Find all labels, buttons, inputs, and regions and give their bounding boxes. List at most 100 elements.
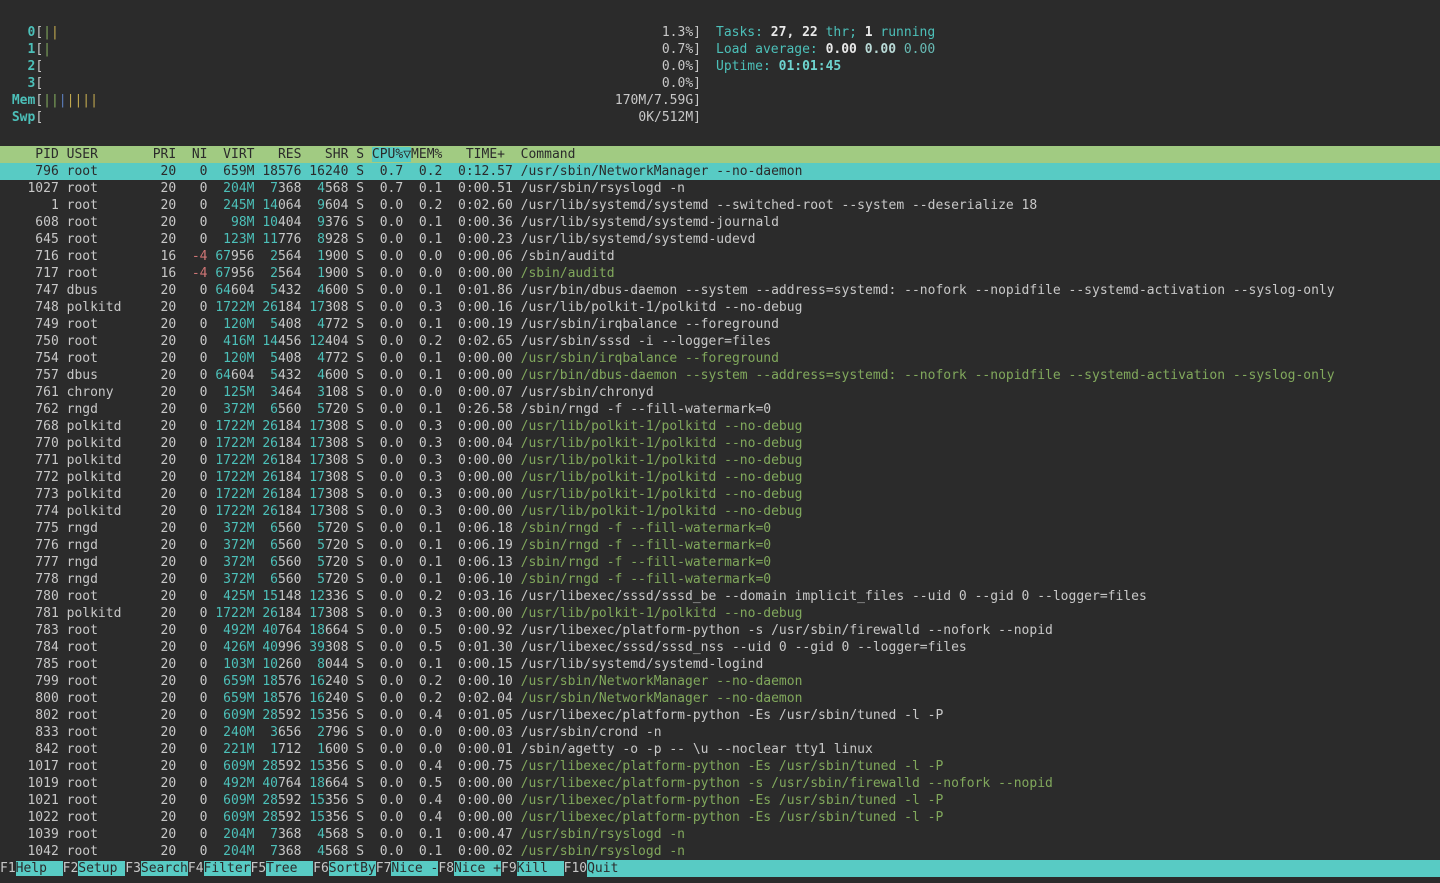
cpu-3-meter-bars — [43, 75, 662, 92]
cell-virt: 98M — [231, 215, 254, 230]
cell-pri: 20 — [153, 198, 184, 213]
cell-res: 564 — [278, 266, 301, 281]
process-row-pid-1042[interactable]: 1042 root 20 0 204M 7368 4568 S 0.0 0.1 … — [0, 843, 1440, 860]
column-header-state[interactable]: S — [356, 147, 372, 162]
process-row-pid-772[interactable]: 772 polkitd 20 0 1722M 26184 17308 S 0.0… — [0, 469, 1440, 486]
fkey-filter-button[interactable]: F4Filter — [188, 860, 251, 877]
process-row-pid-716[interactable]: 716 root 16 -4 67956 2564 1900 S 0.0 0.0… — [0, 248, 1440, 265]
fkey-search-button[interactable]: F3Search — [125, 860, 188, 877]
process-row-pid-608[interactable]: 608 root 20 0 98M 10404 9376 S 0.0 0.1 0… — [0, 214, 1440, 231]
fkey-nice-button[interactable]: F7Nice - — [376, 860, 439, 877]
column-header-ni[interactable]: NI — [184, 147, 215, 162]
fkey-quit-button[interactable]: F10Quit — [564, 860, 1440, 877]
fkey-number: F5 — [251, 861, 267, 876]
process-row-pid-833[interactable]: 833 root 20 0 240M 3656 2796 S 0.0 0.0 0… — [0, 724, 1440, 741]
cell-shr: 1 — [317, 249, 325, 264]
process-row-pid-776[interactable]: 776 rngd 20 0 372M 6560 5720 S 0.0 0.1 0… — [0, 537, 1440, 554]
process-row-pid-781[interactable]: 781 polkitd 20 0 1722M 26184 17308 S 0.0… — [0, 605, 1440, 622]
fkey-nice-button[interactable]: F8Nice + — [438, 860, 501, 877]
cell-state: S — [356, 283, 372, 298]
process-row-pid-780[interactable]: 780 root 20 0 425M 15148 12336 S 0.0 0.2… — [0, 588, 1440, 605]
process-row-pid-774[interactable]: 774 polkitd 20 0 1722M 26184 17308 S 0.0… — [0, 503, 1440, 520]
column-header-shr[interactable]: SHR — [309, 147, 356, 162]
cell-res: 764 — [278, 623, 301, 638]
process-row-pid-799[interactable]: 799 root 20 0 659M 18576 16240 S 0.0 0.2… — [0, 673, 1440, 690]
cell-shr — [309, 555, 317, 570]
process-row-pid-761[interactable]: 761 chrony 20 0 125M 3464 3108 S 0.0 0.0… — [0, 384, 1440, 401]
cell-virt: 221M — [223, 742, 254, 757]
cell-res: 5 — [270, 368, 278, 383]
cell-virt: 1722M — [215, 487, 254, 502]
column-header-res[interactable]: RES — [262, 147, 309, 162]
column-header-mem[interactable]: MEM% — [411, 147, 450, 162]
fkey-help-button[interactable]: F1Help — [0, 860, 63, 877]
process-row-pid-748[interactable]: 748 polkitd 20 0 1722M 26184 17308 S 0.0… — [0, 299, 1440, 316]
cell-res: 564 — [278, 249, 301, 264]
column-header-pid[interactable]: PID — [4, 147, 67, 162]
process-row-pid-1017[interactable]: 1017 root 20 0 609M 28592 15356 S 0.0 0.… — [0, 758, 1440, 775]
process-row-pid-747[interactable]: 747 dbus 20 0 64604 5432 4600 S 0.0 0.1 … — [0, 282, 1440, 299]
process-row-pid-749[interactable]: 749 root 20 0 120M 5408 4772 S 0.0 0.1 0… — [0, 316, 1440, 333]
process-row-pid-784[interactable]: 784 root 20 0 426M 40996 39308 S 0.0 0.5… — [0, 639, 1440, 656]
memory-meter: Mem[|||||||170M/7.59G] — [4, 92, 701, 109]
cell-res: 560 — [278, 521, 301, 536]
process-row-pid-771[interactable]: 771 polkitd 20 0 1722M 26184 17308 S 0.0… — [0, 452, 1440, 469]
cell-shr: 17 — [309, 470, 325, 485]
process-row-pid-717[interactable]: 717 root 16 -4 67956 2564 1900 S 0.0 0.0… — [0, 265, 1440, 282]
cell-mem-percent: 0.3 — [411, 300, 450, 315]
cell-cpu-percent: 0.0 — [372, 283, 411, 298]
cell-cpu-percent: 0.7 — [372, 164, 411, 179]
process-row-pid-1021[interactable]: 1021 root 20 0 609M 28592 15356 S 0.0 0.… — [0, 792, 1440, 809]
column-header-time[interactable]: TIME+ — [450, 147, 520, 162]
process-row-pid-783[interactable]: 783 root 20 0 492M 40764 18664 S 0.0 0.5… — [0, 622, 1440, 639]
table-header-row: PID USER PRI NI VIRT RES SHR S CPU%▽MEM%… — [0, 146, 1440, 163]
process-row-pid-762[interactable]: 762 rngd 20 0 372M 6560 5720 S 0.0 0.1 0… — [0, 401, 1440, 418]
cell-time: 0:00.00 — [450, 776, 520, 791]
process-row-pid-1039[interactable]: 1039 root 20 0 204M 7368 4568 S 0.0 0.1 … — [0, 826, 1440, 843]
process-row-pid-645[interactable]: 645 root 20 0 123M 11776 8928 S 0.0 0.1 … — [0, 231, 1440, 248]
process-row-pid-785[interactable]: 785 root 20 0 103M 10260 8044 S 0.0 0.1 … — [0, 656, 1440, 673]
cell-shr — [309, 368, 317, 383]
process-row-pid-773[interactable]: 773 polkitd 20 0 1722M 26184 17308 S 0.0… — [0, 486, 1440, 503]
cell-ni: 0 — [184, 827, 215, 842]
process-row-pid-757[interactable]: 757 dbus 20 0 64604 5432 4600 S 0.0 0.1 … — [0, 367, 1440, 384]
process-row-pid-842[interactable]: 842 root 20 0 221M 1712 1600 S 0.0 0.0 0… — [0, 741, 1440, 758]
cell-pid: 717 — [4, 266, 67, 281]
cell-virt: 64 — [215, 283, 231, 298]
cell-command: /usr/lib/systemd/systemd-logind — [521, 657, 764, 672]
process-row-pid-1[interactable]: 1 root 20 0 245M 14064 9604 S 0.0 0.2 0:… — [0, 197, 1440, 214]
cell-pid: 768 — [4, 419, 67, 434]
fkey-sortby-button[interactable]: F6SortBy — [313, 860, 376, 877]
cpu-3-meter-label: 3 — [4, 75, 35, 92]
process-row-pid-777[interactable]: 777 rngd 20 0 372M 6560 5720 S 0.0 0.1 0… — [0, 554, 1440, 571]
process-row-pid-754[interactable]: 754 root 20 0 120M 5408 4772 S 0.0 0.1 0… — [0, 350, 1440, 367]
column-header-user[interactable]: USER — [67, 147, 153, 162]
process-row-pid-1022[interactable]: 1022 root 20 0 609M 28592 15356 S 0.0 0.… — [0, 809, 1440, 826]
process-row-pid-750[interactable]: 750 root 20 0 416M 14456 12404 S 0.0 0.2… — [0, 333, 1440, 350]
cell-virt: 372M — [223, 402, 254, 417]
cell-shr — [309, 249, 317, 264]
process-row-pid-778[interactable]: 778 rngd 20 0 372M 6560 5720 S 0.0 0.1 0… — [0, 571, 1440, 588]
cell-ni: 0 — [184, 368, 215, 383]
column-header-pri[interactable]: PRI — [153, 147, 184, 162]
process-row-pid-800[interactable]: 800 root 20 0 659M 18576 16240 S 0.0 0.2… — [0, 690, 1440, 707]
cell-pid: 780 — [4, 589, 67, 604]
process-row-pid-775[interactable]: 775 rngd 20 0 372M 6560 5720 S 0.0 0.1 0… — [0, 520, 1440, 537]
fkey-kill-button[interactable]: F9Kill — [501, 860, 564, 877]
process-row-pid-802[interactable]: 802 root 20 0 609M 28592 15356 S 0.0 0.4… — [0, 707, 1440, 724]
process-row-pid-770[interactable]: 770 polkitd 20 0 1722M 26184 17308 S 0.0… — [0, 435, 1440, 452]
process-row-pid-1027[interactable]: 1027 root 20 0 204M 7368 4568 S 0.7 0.1 … — [0, 180, 1440, 197]
cell-time: 0:03.16 — [450, 589, 520, 604]
fkey-setup-button[interactable]: F2Setup — [63, 860, 126, 877]
column-header-cpu-sorted[interactable]: CPU%▽ — [372, 147, 411, 162]
cell-virt: 67 — [215, 249, 231, 264]
cell-virt — [215, 402, 223, 417]
column-header-command[interactable]: Command — [521, 147, 576, 162]
process-row-pid-796[interactable]: 796 root 20 0 659M 18576 16240 S 0.7 0.2… — [0, 163, 1440, 180]
process-row-pid-1019[interactable]: 1019 root 20 0 492M 40764 18664 S 0.0 0.… — [0, 775, 1440, 792]
cell-pri: 20 — [153, 827, 184, 842]
process-row-pid-768[interactable]: 768 polkitd 20 0 1722M 26184 17308 S 0.0… — [0, 418, 1440, 435]
column-header-virt[interactable]: VIRT — [215, 147, 262, 162]
fkey-tree-button[interactable]: F5Tree — [251, 860, 314, 877]
cell-pid: 608 — [4, 215, 67, 230]
